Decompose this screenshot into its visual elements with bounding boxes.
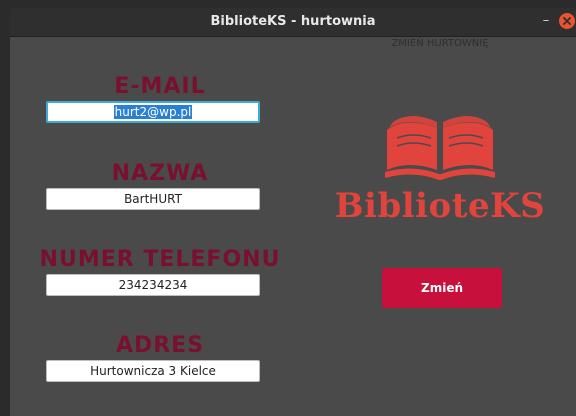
email-label: E-MAIL	[114, 74, 206, 99]
phone-label: NUMER TELEFONU	[39, 247, 281, 272]
book-icon	[383, 108, 497, 184]
close-icon[interactable]	[559, 13, 575, 29]
email-field-value: hurt2@wp.pl	[113, 105, 193, 119]
email-field[interactable]: hurt2@wp.pl	[46, 101, 260, 123]
logo-text: BiblioteKS	[334, 186, 546, 226]
panel-heading: ZMIEŃ HURTOWNIĘ	[391, 38, 489, 49]
change-button[interactable]: Zmień	[382, 268, 502, 308]
minimize-icon[interactable]: –	[537, 12, 555, 30]
window-title: BiblioteKS - hurtownia	[210, 14, 376, 29]
name-field[interactable]: BartHURT	[46, 188, 260, 210]
title-bar[interactable]: BiblioteKS - hurtownia –	[10, 8, 576, 37]
address-label: ADRES	[115, 333, 205, 358]
app-window: BiblioteKS - hurtownia – E-MAIL hurt2@wp…	[10, 8, 576, 416]
address-field[interactable]: Hurtownicza 3 Kielce	[46, 360, 260, 382]
phone-field[interactable]: 234234234	[46, 274, 260, 296]
name-label: NAZWA	[111, 161, 209, 186]
